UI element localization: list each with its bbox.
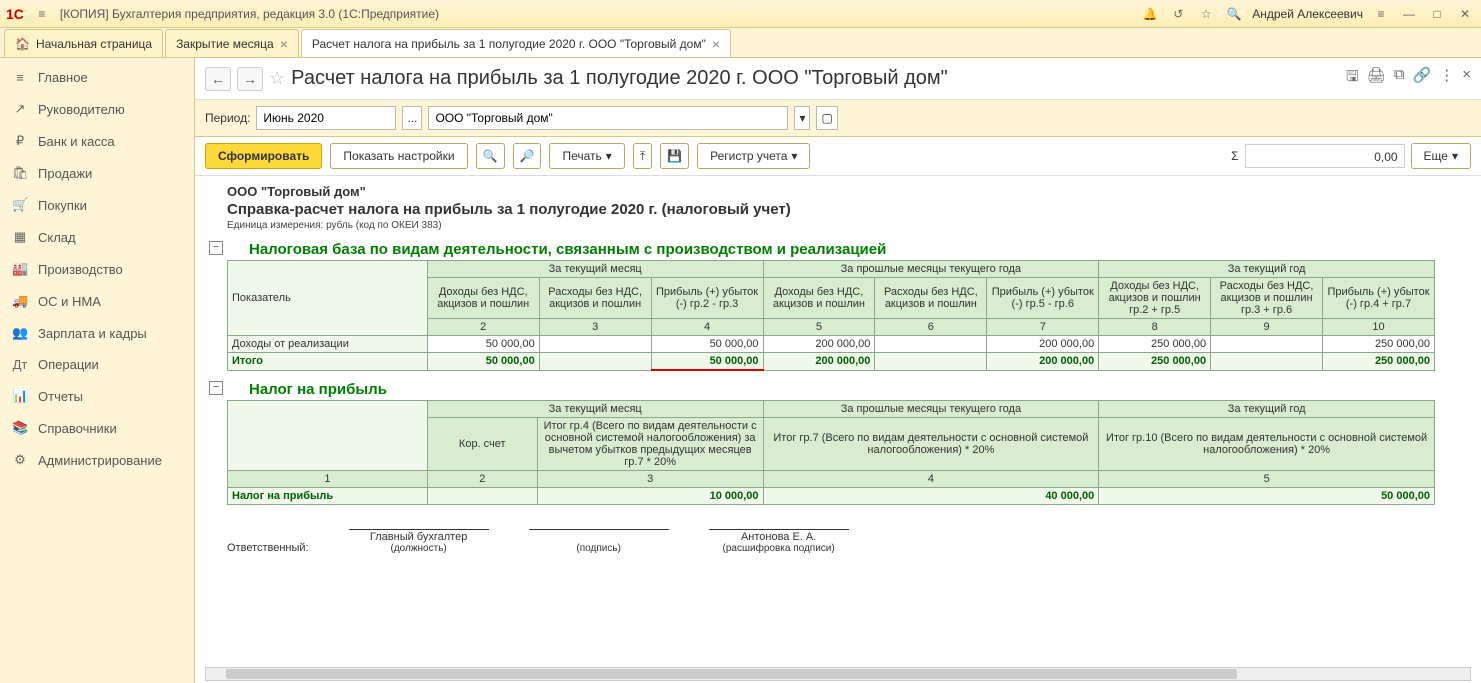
doc-title: Расчет налога на прибыль за 1 полугодие …: [291, 67, 948, 90]
sidebar-item-assets[interactable]: 🚚ОС и НМА: [0, 285, 194, 317]
link-icon[interactable]: 🔗: [1413, 66, 1432, 91]
section-tax-base: Налоговая база по видам деятельности, св…: [249, 241, 1471, 258]
bars-icon: 📊: [12, 388, 28, 404]
chart-icon: ↗: [12, 101, 28, 117]
settings-button[interactable]: Показать настройки: [330, 143, 467, 169]
user-name[interactable]: Андрей Алексеевич: [1252, 7, 1363, 21]
zoom-out-button[interactable]: 🔎: [513, 143, 542, 169]
sidebar-item-salary[interactable]: 👥Зарплата и кадры: [0, 317, 194, 349]
report-org: ООО "Торговый дом": [227, 184, 1471, 199]
tab-home[interactable]: 🏠Начальная страница: [4, 29, 163, 57]
book-icon: 📚: [12, 420, 28, 436]
maximize-icon[interactable]: □: [1427, 4, 1447, 24]
sidebar-item-operations[interactable]: ДтОперации: [0, 349, 194, 380]
star-icon[interactable]: ☆: [1196, 4, 1216, 24]
table-row: Доходы от реализации 50 000,0050 000,00 …: [228, 336, 1435, 353]
grid-icon: ▦: [12, 229, 28, 245]
org-input[interactable]: [428, 106, 788, 130]
signature-block: Ответственный: Главный бухгалтер(должнос…: [227, 529, 1471, 554]
sidebar-item-main[interactable]: ≡Главное: [0, 62, 194, 93]
section-tax: Налог на прибыль: [249, 381, 1471, 398]
print-button[interactable]: Печать ▾: [549, 143, 624, 169]
back-button[interactable]: ←: [205, 67, 231, 91]
period-input[interactable]: [256, 106, 396, 130]
period-label: Период:: [205, 111, 250, 125]
window-title: [КОПИЯ] Бухгалтерия предприятия, редакци…: [60, 7, 1132, 21]
print-icon[interactable]: 🖨: [1367, 66, 1386, 91]
report-title: Справка-расчет налога на прибыль за 1 по…: [227, 201, 1471, 218]
minimize-icon[interactable]: —: [1399, 4, 1419, 24]
preview-icon[interactable]: ⧉: [1394, 66, 1405, 91]
tab-close-icon[interactable]: ×: [712, 36, 720, 52]
list-icon: ≡: [12, 70, 28, 85]
org-dropdown-button[interactable]: ▾: [794, 106, 810, 130]
tab-tax-report[interactable]: Расчет налога на прибыль за 1 полугодие …: [301, 29, 731, 57]
register-button[interactable]: Регистр учета ▾: [697, 143, 810, 169]
sidebar-item-purchases[interactable]: 🛒Покупки: [0, 189, 194, 221]
tab-month-close[interactable]: Закрытие месяца×: [165, 29, 299, 57]
cart-icon: 🛒: [12, 197, 28, 213]
history-icon[interactable]: ↺: [1168, 4, 1188, 24]
sidebar-item-production[interactable]: 🏭Производство: [0, 253, 194, 285]
more-button[interactable]: Еще ▾: [1411, 143, 1471, 169]
collapse-button[interactable]: −: [209, 381, 223, 395]
sum-field: 0,00: [1245, 144, 1405, 168]
bell-icon[interactable]: 🔔: [1140, 4, 1160, 24]
menu-icon[interactable]: ≡: [32, 4, 52, 24]
tab-close-icon[interactable]: ×: [280, 36, 288, 52]
close-icon[interactable]: ✕: [1455, 4, 1475, 24]
horizontal-scrollbar[interactable]: [205, 667, 1471, 681]
sigma-icon: Σ: [1231, 149, 1238, 163]
action-bar: Сформировать Показать настройки 🔍 🔎 Печа…: [195, 137, 1481, 176]
sidebar: ≡Главное ↗Руководителю ₽Банк и касса 🛍Пр…: [0, 58, 195, 683]
form-button[interactable]: Сформировать: [205, 143, 322, 169]
zoom-in-button[interactable]: 🔍: [476, 143, 505, 169]
period-picker-button[interactable]: ...: [402, 106, 422, 130]
tabbar: 🏠Начальная страница Закрытие месяца× Рас…: [0, 28, 1481, 58]
favorite-icon[interactable]: ☆: [269, 68, 285, 89]
factory-icon: 🏭: [12, 261, 28, 277]
sidebar-item-stock[interactable]: ▦Склад: [0, 221, 194, 253]
sidebar-item-sales[interactable]: 🛍Продажи: [0, 157, 194, 189]
filter-icon[interactable]: ≡: [1371, 4, 1391, 24]
report-unit: Единица измерения: рубль (код по ОКЕИ 38…: [227, 220, 1471, 231]
sidebar-item-reports[interactable]: 📊Отчеты: [0, 380, 194, 412]
table-row: Налог на прибыль 10 000,00 40 000,00 50 …: [228, 488, 1435, 505]
sidebar-item-manager[interactable]: ↗Руководителю: [0, 93, 194, 125]
tax-base-table: Показатель За текущий месяц За прошлые м…: [227, 260, 1435, 371]
sidebar-item-admin[interactable]: ⚙Администрирование: [0, 444, 194, 476]
tax-table: За текущий месяц За прошлые месяцы текущ…: [227, 400, 1435, 505]
search-icon[interactable]: 🔍: [1224, 4, 1244, 24]
org-open-button[interactable]: ▢: [816, 106, 837, 130]
app-logo: 1C: [6, 6, 24, 22]
gear-icon: ⚙: [12, 452, 28, 468]
people-icon: 👥: [12, 325, 28, 341]
scrollbar-thumb[interactable]: [226, 669, 1237, 679]
truck-icon: 🚚: [12, 293, 28, 309]
dtkt-icon: Дт: [12, 357, 28, 372]
sidebar-item-refs[interactable]: 📚Справочники: [0, 412, 194, 444]
close-doc-icon[interactable]: ×: [1462, 66, 1471, 91]
save-icon[interactable]: 🖫: [1346, 66, 1359, 91]
doc-header: ← → ☆ Расчет налога на прибыль за 1 полу…: [195, 58, 1481, 100]
save-button[interactable]: 💾: [660, 143, 689, 169]
table-total-row: Итого 50 000,0050 000,00 200 000,00200 0…: [228, 353, 1435, 371]
ruble-icon: ₽: [12, 133, 28, 149]
report-area[interactable]: ООО "Торговый дом" Справка-расчет налога…: [195, 176, 1481, 683]
home-icon: 🏠: [15, 37, 30, 51]
bag-icon: 🛍: [12, 165, 28, 181]
forward-button[interactable]: →: [237, 67, 263, 91]
collapse-button[interactable]: −: [209, 241, 223, 255]
more-icon[interactable]: ⋮: [1439, 66, 1454, 91]
export-button[interactable]: ⤒: [633, 143, 652, 169]
titlebar: 1C ≡ [КОПИЯ] Бухгалтерия предприятия, ре…: [0, 0, 1481, 28]
period-bar: Период: ... ▾ ▢: [195, 100, 1481, 137]
sidebar-item-bank[interactable]: ₽Банк и касса: [0, 125, 194, 157]
